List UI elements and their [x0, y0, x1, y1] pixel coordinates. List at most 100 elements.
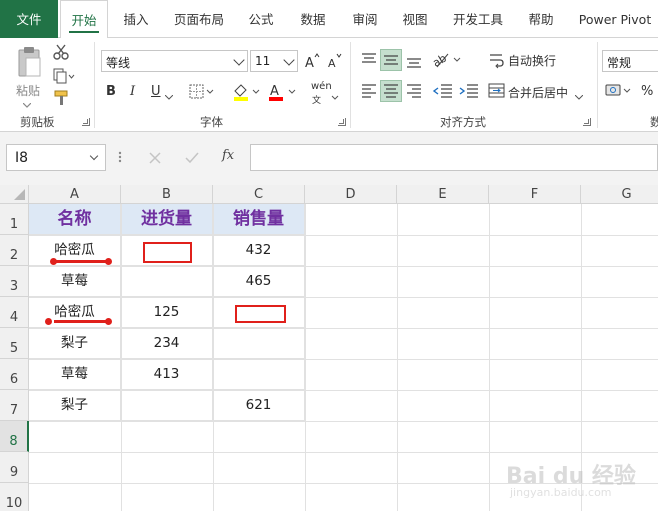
ribbon-home: 粘贴 剪贴板 等线 11 A A B I U A wén 文 字体 ab 自动换…	[0, 38, 658, 132]
row-header-10[interactable]: 10	[0, 483, 29, 511]
row-header-4[interactable]: 4	[0, 297, 29, 328]
row-header-5[interactable]: 5	[0, 328, 29, 359]
row-header-8[interactable]: 8	[0, 421, 29, 452]
tab-review[interactable]: 审阅	[343, 0, 387, 38]
annotation-underline	[54, 320, 110, 323]
copy-icon[interactable]	[53, 68, 75, 84]
row-header-3[interactable]: 3	[0, 266, 29, 297]
tab-file[interactable]: 文件	[0, 0, 58, 38]
ribbon-tab-bar: 文件 开始 插入 页面布局 公式 数据 审阅 视图 开发工具 帮助 Power …	[0, 0, 658, 39]
tab-view[interactable]: 视图	[394, 0, 436, 38]
formula-bar-grip-icon[interactable]	[118, 150, 122, 164]
underline-button[interactable]: U	[151, 84, 161, 99]
underline-dropdown-icon[interactable]	[164, 90, 174, 100]
phonetic-guide-icon[interactable]: 文	[310, 93, 340, 106]
bold-button[interactable]: B	[106, 84, 116, 99]
font-size-select[interactable]: 11	[250, 50, 298, 72]
annotation-box-b2	[143, 242, 192, 263]
accounting-format-icon[interactable]	[605, 82, 633, 100]
number-group-label: 数	[650, 115, 658, 129]
align-left-icon[interactable]	[359, 82, 379, 100]
merge-center-button[interactable]: 合并后居中	[508, 84, 568, 101]
svg-text:文: 文	[312, 94, 321, 105]
format-painter-icon[interactable]	[53, 90, 71, 106]
cancel-entry-icon[interactable]	[148, 151, 162, 165]
row-header-6[interactable]: 6	[0, 359, 29, 390]
clipboard-group-label: 剪贴板	[20, 115, 55, 129]
annotation-dot	[105, 318, 112, 325]
paste-dropdown-icon[interactable]	[22, 98, 32, 108]
decrease-indent-icon[interactable]	[432, 82, 454, 100]
number-format-select[interactable]: 常规	[602, 50, 658, 72]
tab-page-layout[interactable]: 页面布局	[165, 0, 233, 38]
font-color-icon[interactable]: A	[268, 82, 298, 102]
alignment-launcher-icon[interactable]	[583, 118, 591, 126]
tab-insert[interactable]: 插入	[115, 0, 157, 38]
borders-icon[interactable]	[189, 84, 217, 100]
wrap-text-button[interactable]: 自动换行	[508, 52, 556, 69]
merge-center-icon[interactable]	[488, 82, 506, 100]
orientation-icon[interactable]: ab	[430, 49, 462, 71]
group-divider	[350, 42, 351, 128]
fill-color-icon[interactable]	[232, 82, 262, 102]
annotation-dot	[50, 258, 57, 265]
formula-input[interactable]	[250, 144, 658, 171]
column-header-c[interactable]: C	[213, 185, 305, 204]
font-name-select[interactable]: 等线	[101, 50, 248, 72]
font-group-label: 字体	[200, 115, 223, 129]
watermark-url-text: jingyan.baidu.com	[510, 486, 612, 499]
percent-style-button[interactable]: %	[641, 84, 653, 99]
svg-text:ab: ab	[432, 52, 449, 70]
annotation-dot	[105, 258, 112, 265]
svg-text:A: A	[270, 84, 279, 99]
group-divider	[597, 42, 598, 128]
increase-font-size-icon[interactable]: A	[303, 52, 321, 71]
tab-formulas[interactable]: 公式	[240, 0, 282, 38]
decrease-font-size-icon[interactable]: A	[325, 52, 343, 70]
row-header-9[interactable]: 9	[0, 452, 29, 483]
baidu-jingyan-watermark: Bai du 经验 jingyan.baidu.com	[506, 458, 646, 508]
italic-button[interactable]: I	[130, 84, 135, 99]
tab-home[interactable]: 开始	[60, 0, 108, 39]
formula-buttons: fx	[138, 144, 248, 171]
clipboard-launcher-icon[interactable]	[82, 118, 90, 126]
top-align-icon[interactable]	[359, 51, 379, 69]
cut-icon[interactable]	[53, 44, 69, 60]
column-header-b[interactable]: B	[121, 185, 213, 204]
formula-bar: I8 fx	[0, 132, 658, 185]
svg-text:A: A	[305, 56, 314, 70]
column-header-e[interactable]: E	[397, 185, 489, 204]
merge-center-dropdown-icon[interactable]	[574, 90, 584, 100]
wrap-text-icon[interactable]	[488, 51, 506, 69]
column-header-f[interactable]: F	[489, 185, 581, 204]
annotation-underline	[54, 260, 110, 263]
tab-data[interactable]: 数据	[290, 0, 336, 38]
tab-developer[interactable]: 开发工具	[444, 0, 512, 38]
bottom-align-icon[interactable]	[404, 51, 424, 69]
annotation-dot	[45, 318, 52, 325]
group-divider	[94, 42, 95, 128]
column-header-d[interactable]: D	[305, 185, 397, 204]
insert-function-button[interactable]: fx	[222, 148, 234, 163]
select-all-corner[interactable]	[0, 185, 29, 204]
paste-label[interactable]: 粘贴	[16, 82, 40, 99]
column-header-a[interactable]: A	[29, 185, 121, 204]
paste-icon[interactable]	[14, 44, 44, 82]
align-right-icon[interactable]	[404, 82, 424, 100]
column-header-g[interactable]: G	[581, 185, 658, 204]
row-header-7[interactable]: 7	[0, 390, 29, 421]
middle-align-icon[interactable]	[381, 51, 401, 69]
font-launcher-icon[interactable]	[338, 118, 346, 126]
tab-power-pivot[interactable]: Power Pivot	[572, 0, 658, 38]
increase-indent-icon[interactable]	[458, 82, 480, 100]
confirm-entry-icon[interactable]	[184, 151, 200, 165]
name-box[interactable]: I8	[6, 144, 106, 171]
svg-text:A: A	[328, 57, 336, 70]
tab-help[interactable]: 帮助	[518, 0, 564, 38]
row-header-1[interactable]: 1	[0, 204, 29, 235]
row-header-2[interactable]: 2	[0, 235, 29, 266]
alignment-group-label: 对齐方式	[440, 115, 486, 129]
phonetic-guide-button[interactable]: wén	[311, 81, 332, 92]
annotation-box-c4	[235, 305, 286, 323]
align-center-icon[interactable]	[381, 82, 401, 100]
